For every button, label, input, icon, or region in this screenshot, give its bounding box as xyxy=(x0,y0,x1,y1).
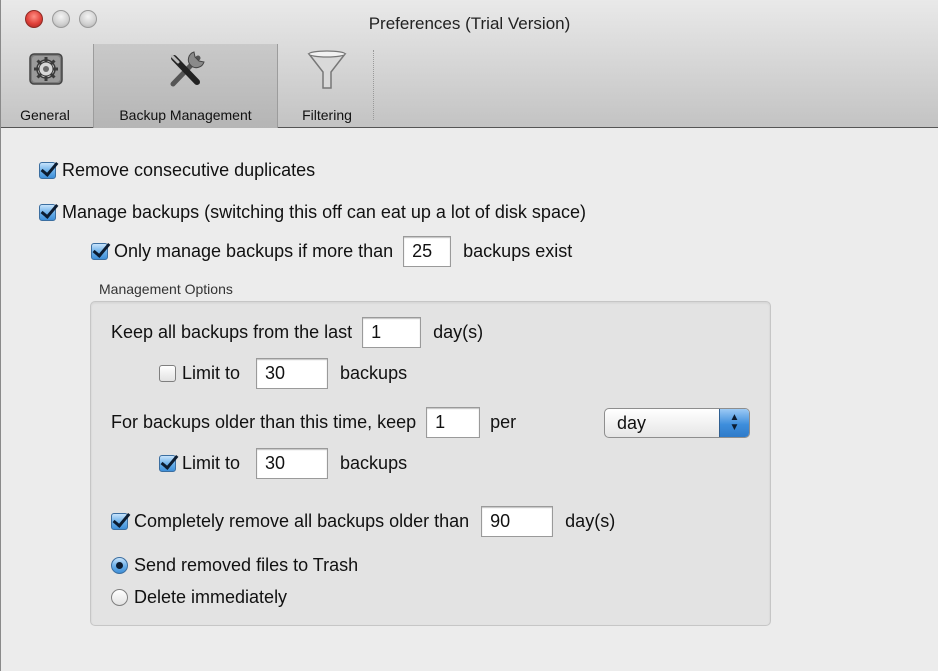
backup-management-pane: Remove consecutive duplicates Manage bac… xyxy=(1,129,938,671)
limit1-suffix: backups xyxy=(340,363,408,383)
delete-immediately-label: Delete immediately xyxy=(134,587,288,607)
keep-per-field[interactable]: 1 xyxy=(426,407,481,438)
tab-backup-management[interactable]: Backup Management xyxy=(93,44,278,128)
older-row: For backups older than this time, keep 1… xyxy=(111,407,516,438)
only-manage-checkbox[interactable] xyxy=(91,243,108,260)
delete-immediately-radio[interactable] xyxy=(111,589,128,606)
keep-all-label: Keep all backups from the last xyxy=(111,322,353,342)
preferences-window: Preferences (Trial Version) General Back… xyxy=(0,0,938,671)
remove-older-days-field[interactable]: 90 xyxy=(481,506,554,537)
remove-duplicates-checkbox[interactable] xyxy=(39,162,56,179)
limit2-checkbox[interactable] xyxy=(159,455,176,472)
radio-send-to-trash[interactable]: Send removed files to Trash xyxy=(111,555,358,576)
tab-label: Filtering xyxy=(302,107,352,123)
limit2-label: Limit to xyxy=(182,453,241,473)
limit1-checkbox[interactable] xyxy=(159,365,176,382)
send-to-trash-radio[interactable] xyxy=(111,557,128,574)
remove-duplicates-option[interactable]: Remove consecutive duplicates xyxy=(39,160,315,181)
tab-label: General xyxy=(20,107,70,123)
tools-icon xyxy=(170,51,205,87)
keep-days-field[interactable]: 1 xyxy=(362,317,422,348)
only-manage-suffix: backups exist xyxy=(463,241,573,261)
limit2-suffix: backups xyxy=(340,453,408,473)
remove-older-suffix: day(s) xyxy=(565,511,616,531)
backup-threshold-field[interactable]: 25 xyxy=(403,236,452,267)
keep-all-suffix: day(s) xyxy=(433,322,484,342)
period-value: day xyxy=(617,413,647,433)
limit2-field[interactable]: 30 xyxy=(256,448,329,479)
title-toolbar: Preferences (Trial Version) General Back… xyxy=(1,0,938,128)
remove-older-label: Completely remove all backups older than xyxy=(134,511,470,531)
gear-icon xyxy=(29,53,63,85)
manage-backups-label: Manage backups (switching this off can e… xyxy=(62,202,586,222)
management-options-label: Management Options xyxy=(99,281,233,297)
tab-label: Backup Management xyxy=(119,107,252,123)
chevron-up-down-icon: ▲ ▼ xyxy=(719,409,749,437)
remove-older-row: Completely remove all backups older than… xyxy=(111,506,615,537)
radio-delete-immediately[interactable]: Delete immediately xyxy=(111,587,287,608)
window-title: Preferences (Trial Version) xyxy=(368,14,571,33)
limit1-label: Limit to xyxy=(182,363,241,383)
remove-older-checkbox[interactable] xyxy=(111,513,128,530)
limit1-row: Limit to 30 backups xyxy=(159,358,407,389)
limit2-row: Limit to 30 backups xyxy=(159,448,407,479)
manage-backups-option[interactable]: Manage backups (switching this off can e… xyxy=(39,202,586,223)
tab-general[interactable]: General xyxy=(1,44,89,128)
period-select[interactable]: day ▲ ▼ xyxy=(604,408,750,438)
send-to-trash-label: Send removed files to Trash xyxy=(134,555,359,575)
only-manage-option: Only manage backups if more than 25 back… xyxy=(91,236,572,267)
only-manage-label: Only manage backups if more than xyxy=(114,241,394,261)
manage-backups-checkbox[interactable] xyxy=(39,204,56,221)
older-label: For backups older than this time, keep xyxy=(111,412,417,432)
keep-all-row: Keep all backups from the last 1 day(s) xyxy=(111,317,483,348)
remove-duplicates-label: Remove consecutive duplicates xyxy=(62,160,316,180)
per-label: per xyxy=(490,412,517,432)
limit1-field[interactable]: 30 xyxy=(256,358,329,389)
funnel-icon xyxy=(307,50,347,89)
tab-filtering[interactable]: Filtering xyxy=(282,44,372,128)
toolbar-separator xyxy=(373,50,374,120)
